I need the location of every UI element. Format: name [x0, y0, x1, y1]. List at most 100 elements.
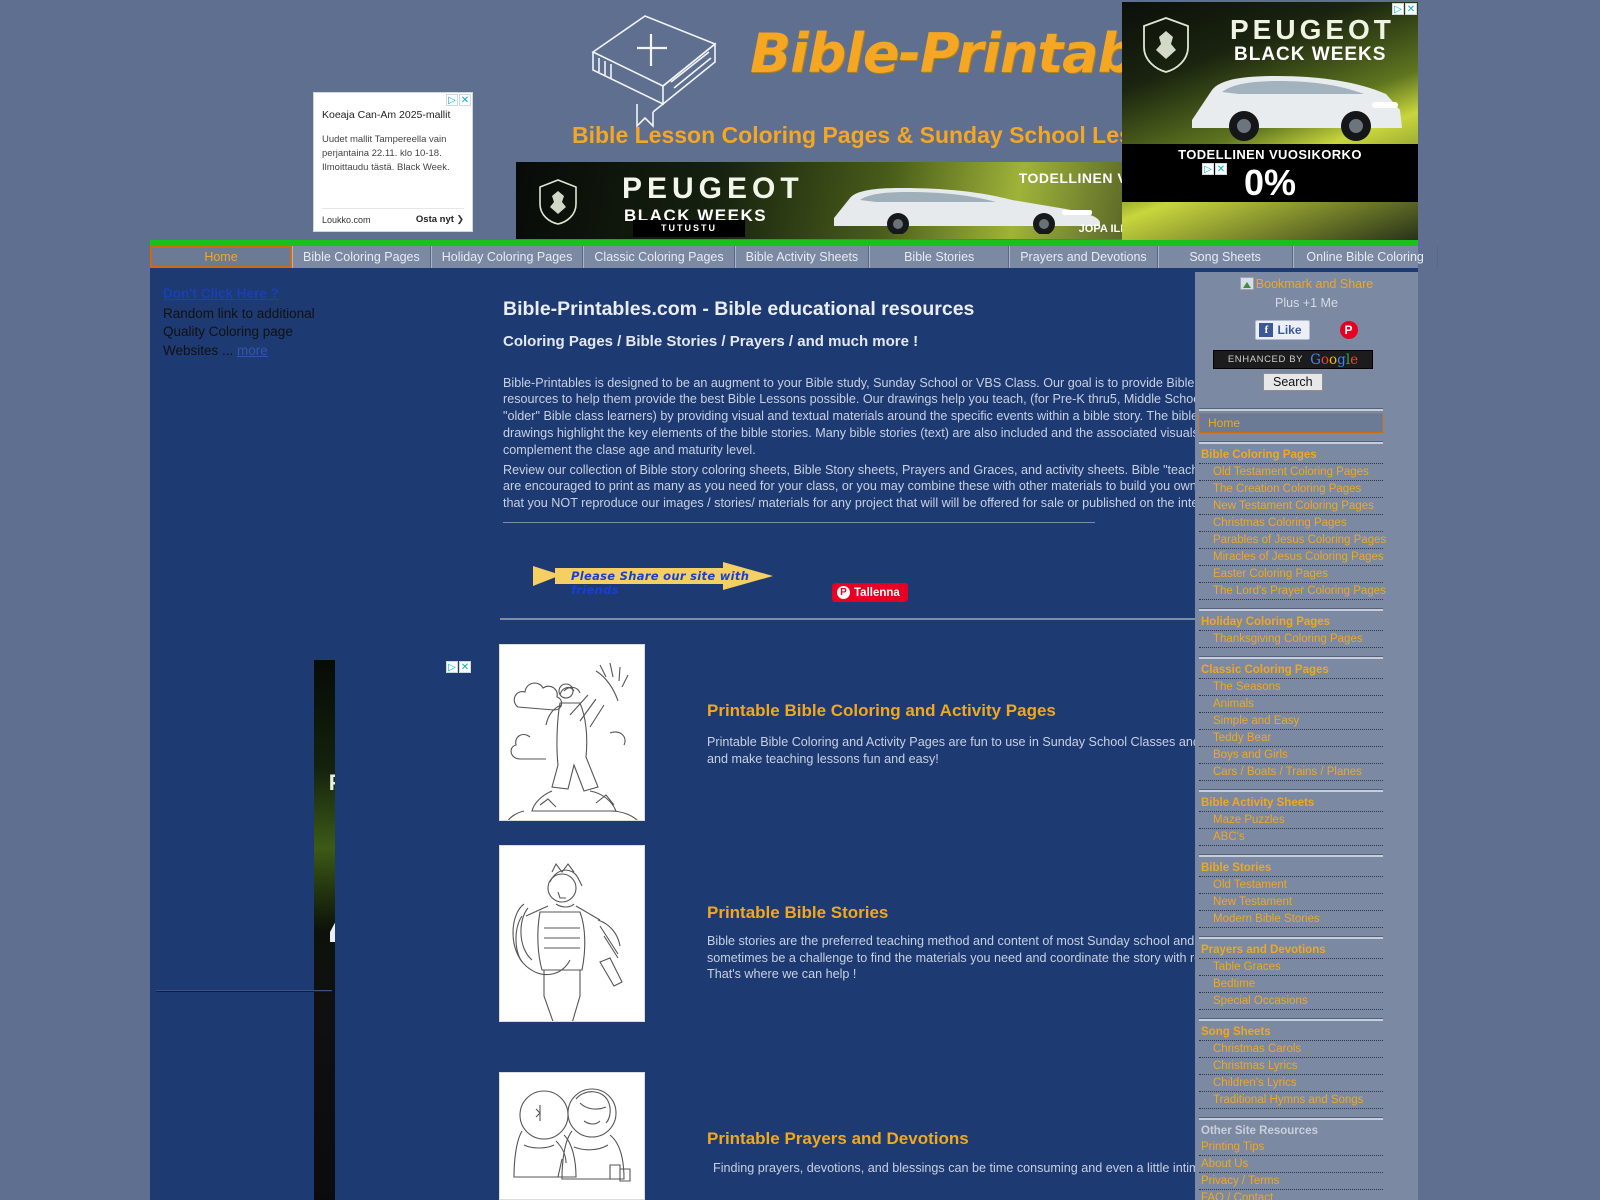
page-subtitle: Coloring Pages / Bible Stories / Prayers… [503, 333, 919, 350]
sidebar-item-abcs[interactable]: ABC's [1199, 829, 1383, 846]
nav-item-classic-coloring-pages[interactable]: Classic Coloring Pages [583, 246, 735, 268]
menu-divider [1199, 1117, 1383, 1120]
nav-item-bible-coloring-pages[interactable]: Bible Coloring Pages [292, 246, 431, 268]
ad-top-right[interactable]: ▷ ✕ PEUGEOT BLACK WEEKS TODELLINEN VUOSI… [1122, 2, 1418, 246]
nav-item-prayers-and-devotions[interactable]: Prayers and Devotions [1009, 246, 1158, 268]
sidebar-item-old-testament-coloring-pages[interactable]: Old Testament Coloring Pages [1199, 464, 1383, 481]
nav-item-home[interactable]: Home [150, 246, 292, 268]
sidebar-menu: Home Bible Coloring Pages Old Testament … [1199, 408, 1386, 1200]
sidebar-item-christmas-coloring-pages[interactable]: Christmas Coloring Pages [1199, 515, 1383, 532]
pinterest-icon: P [837, 586, 850, 599]
sidebar-item-parables-of-jesus-coloring-pages[interactable]: Parables of Jesus Coloring Pages [1199, 532, 1386, 549]
sidebar-item-simple-and-easy[interactable]: Simple and Easy [1199, 713, 1383, 730]
nav-item-bible-activity-sheets[interactable]: Bible Activity Sheets [734, 246, 870, 268]
sidebar-item-easter-coloring-pages[interactable]: Easter Coloring Pages [1199, 566, 1383, 583]
sidebar-item-the-seasons[interactable]: The Seasons [1199, 679, 1383, 696]
menu-divider [1199, 408, 1383, 411]
pinterest-icon[interactable]: P [1339, 321, 1358, 339]
sidebar-item-new-testament[interactable]: New Testament [1199, 894, 1383, 911]
thumbnail-goliath[interactable] [499, 845, 645, 1022]
bookmark-and-share[interactable]: Bookmark and Share [1195, 277, 1418, 291]
ad-top-left[interactable]: ▷ ✕ Koeaja Can-Am 2025-mallit Uudet mall… [313, 92, 473, 232]
ad-play-icon[interactable]: ▷ [446, 661, 458, 673]
sidebar-item-teddy-bear[interactable]: Teddy Bear [1199, 730, 1383, 747]
menu-divider [1199, 608, 1383, 611]
thumbnail-children-praying[interactable] [499, 1072, 645, 1200]
ad-cta-button[interactable]: TUTUSTU [633, 220, 745, 237]
main-content: Bible-Printables.com - Bible educational… [335, 272, 1325, 1200]
ad-cta[interactable]: Osta nyt ❯ [416, 214, 464, 225]
sidebar-item-cars-boats-trains-planes[interactable]: Cars / Boats / Trains / Planes [1199, 764, 1383, 781]
nav-item-bible-stories[interactable]: Bible Stories [869, 246, 1010, 268]
sidebar-item-childrens-lyrics[interactable]: Children's Lyrics [1199, 1075, 1383, 1092]
ad-play-icon[interactable]: ▷ [1392, 3, 1404, 15]
ad-body: Uudet mallit Tampereella vain perjantain… [322, 134, 450, 173]
sidebar-item-privacy-terms[interactable]: Privacy / Terms [1199, 1173, 1383, 1190]
promo-more-link[interactable]: more [237, 343, 268, 358]
ad-footer: Loukko.com Osta nyt ❯ [322, 208, 464, 225]
sidebar-item-printing-tips[interactable]: Printing Tips [1199, 1139, 1383, 1156]
sidebar-group-other-site-resources: Other Site Resources [1201, 1125, 1318, 1137]
share-site-arrow[interactable]: Please Share our site with friends [533, 560, 773, 597]
ad-choices-badge-banner[interactable]: ▷ ✕ [1202, 163, 1227, 175]
search-button[interactable]: Search [1263, 373, 1323, 391]
sidebar-group-bible-coloring-pages[interactable]: Bible Coloring Pages [1199, 447, 1383, 464]
sidebar-item-thanksgiving-coloring-pages[interactable]: Thanksgiving Coloring Pages [1199, 631, 1383, 648]
dont-click-here-link[interactable]: Don't Click Here ? [163, 285, 323, 303]
nav-item-song-sheets[interactable]: Song Sheets [1157, 246, 1293, 268]
content-divider-1 [503, 522, 1095, 523]
nav-item-holiday-coloring-pages[interactable]: Holiday Coloring Pages [430, 246, 584, 268]
enhanced-by-label: ENHANCED BY [1227, 354, 1304, 365]
ad-offer-label: TODELLINEN VUOSIKORKO [1178, 147, 1362, 162]
sidebar-item-traditional-hymns-and-songs[interactable]: Traditional Hymns and Songs [1199, 1092, 1383, 1109]
ad-close-icon[interactable]: ✕ [1215, 163, 1227, 175]
sidebar-item-old-testament[interactable]: Old Testament [1199, 877, 1383, 894]
ad-choices-badge[interactable]: ▷ ✕ [446, 94, 471, 106]
ad-domain: Loukko.com [322, 214, 371, 225]
share-arrow-label: Please Share our site with friends [571, 569, 750, 597]
sidebar-item-lords-prayer-coloring-pages[interactable]: The Lord's Prayer Coloring Pages [1199, 583, 1386, 600]
sidebar-item-about-us[interactable]: About Us [1199, 1156, 1383, 1173]
google-search-input[interactable]: ENHANCED BY Google [1213, 350, 1373, 369]
goliath-warrior-drawing [512, 862, 623, 1021]
sidebar-item-miracles-of-jesus-coloring-pages[interactable]: Miracles of Jesus Coloring Pages [1199, 549, 1384, 566]
sidebar-group-bible-activity-sheets[interactable]: Bible Activity Sheets [1199, 795, 1383, 812]
ad-choices-badge-sky[interactable]: ▷ ✕ [446, 661, 471, 673]
google-plus-one-label[interactable]: Plus +1 Me [1195, 296, 1418, 310]
ad-choices-badge-right[interactable]: ▷ ✕ [1392, 3, 1417, 15]
sidebar-group-classic-coloring-pages[interactable]: Classic Coloring Pages [1199, 662, 1383, 679]
sidebar-group-bible-stories[interactable]: Bible Stories [1199, 860, 1383, 877]
sidebar-item-christmas-lyrics[interactable]: Christmas Lyrics [1199, 1058, 1383, 1075]
sidebar-item-boys-and-girls[interactable]: Boys and Girls [1199, 747, 1383, 764]
sidebar-item-special-occasions[interactable]: Special Occasions [1199, 993, 1383, 1010]
sidebar-group-holiday-coloring-pages[interactable]: Holiday Coloring Pages [1199, 614, 1383, 631]
sidebar-item-bedtime[interactable]: Bedtime [1199, 976, 1383, 993]
sidebar-item-the-creation-coloring-pages[interactable]: The Creation Coloring Pages [1199, 481, 1383, 498]
sidebar-item-faq-contact[interactable]: FAQ / Contact [1199, 1190, 1383, 1200]
sidebar-group-song-sheets[interactable]: Song Sheets [1199, 1024, 1383, 1041]
ad-brand-sub: BLACK WEEKS [1234, 44, 1387, 65]
ad-play-icon[interactable]: ▷ [446, 94, 458, 106]
ad-play-icon[interactable]: ▷ [1202, 163, 1214, 175]
sidebar-item-modern-bible-stories[interactable]: Modern Bible Stories [1199, 911, 1383, 928]
sidebar-item-table-graces[interactable]: Table Graces [1199, 959, 1383, 976]
ad-close-icon[interactable]: ✕ [1405, 3, 1417, 15]
sidebar-group-prayers-and-devotions[interactable]: Prayers and Devotions [1199, 942, 1383, 959]
pinterest-save-label: Tallenna [854, 586, 900, 599]
peugeot-lion-shield-icon [539, 179, 577, 225]
thumbnail-moses[interactable] [499, 644, 645, 821]
ad-close-icon[interactable]: ✕ [459, 661, 471, 673]
sidebar-item-christmas-carols[interactable]: Christmas Carols [1199, 1041, 1383, 1058]
sidebar-item-home[interactable]: Home [1199, 413, 1383, 433]
sidebar-item-maze-puzzles[interactable]: Maze Puzzles [1199, 812, 1383, 829]
section-title: Printable Prayers and Devotions [707, 1129, 969, 1148]
chevron-right-icon: ❯ [456, 214, 464, 224]
sidebar-item-new-testament-coloring-pages[interactable]: New Testament Coloring Pages [1199, 498, 1383, 515]
children-praying-drawing [513, 1088, 631, 1182]
pinterest-save-button[interactable]: P Tallenna [832, 583, 908, 602]
ad-close-icon[interactable]: ✕ [459, 94, 471, 106]
nav-item-online-bible-coloring[interactable]: Online Bible Coloring [1292, 246, 1438, 268]
facebook-like-button[interactable]: f Like [1255, 320, 1310, 340]
sidebar-item-animals[interactable]: Animals [1199, 696, 1383, 713]
ad-brand: PEUGEOT [1230, 14, 1395, 45]
